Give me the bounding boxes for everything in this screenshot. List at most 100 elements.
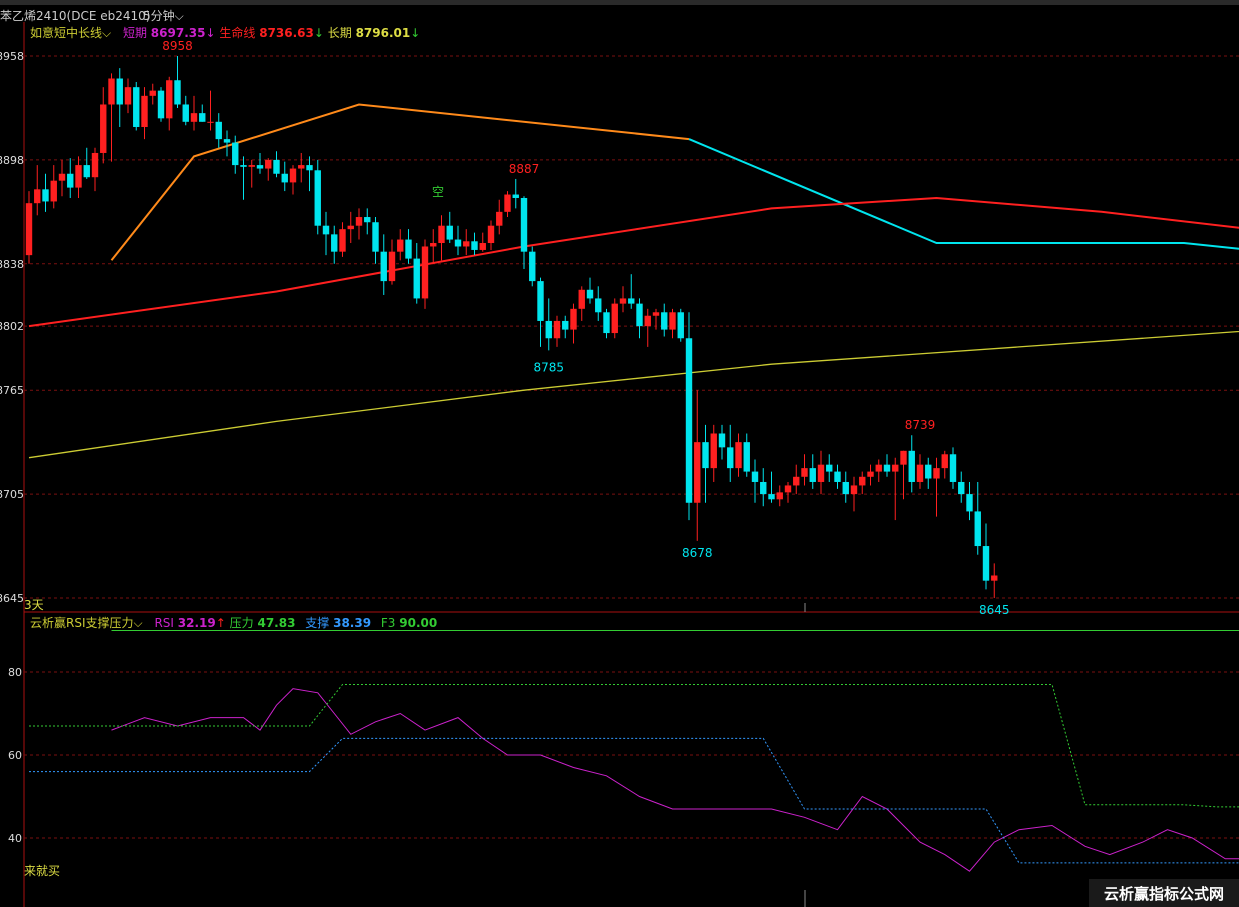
candle-body <box>248 165 255 167</box>
candle-body <box>42 189 49 202</box>
candle-body <box>727 447 734 469</box>
indicator-lines <box>28 103 1239 459</box>
candle-body <box>652 312 660 316</box>
candle-body <box>760 481 767 495</box>
candle-body <box>883 464 891 472</box>
short-signal-label: 空 <box>432 185 445 199</box>
line-life <box>28 196 1239 328</box>
candle-body <box>619 298 627 304</box>
candle-body <box>611 303 618 334</box>
candle-body <box>982 546 990 581</box>
price-label: 8645 <box>979 603 1010 617</box>
candle-body <box>685 338 693 503</box>
candle-body <box>817 464 825 482</box>
candle-body <box>281 173 288 183</box>
candle-body <box>405 239 412 259</box>
candle-body <box>710 433 717 469</box>
candle-body <box>347 225 354 230</box>
candle-body <box>925 464 932 479</box>
rsi-layer <box>29 630 1239 872</box>
candle-body <box>595 298 602 313</box>
candle-body <box>471 241 478 250</box>
candle-body <box>58 173 66 181</box>
candle-body <box>801 468 808 477</box>
candle-body <box>784 485 792 493</box>
candle-body <box>479 243 486 250</box>
candle-body <box>50 180 57 202</box>
candle-body <box>859 476 866 486</box>
candle-body <box>83 165 90 178</box>
candle-body <box>430 243 437 247</box>
candle-body <box>793 476 800 486</box>
price-label: 8739 <box>905 418 936 432</box>
candle-body <box>677 312 684 339</box>
candle-body <box>916 464 924 482</box>
y-tick-label: 8765 <box>0 384 24 397</box>
candle-body <box>941 454 948 469</box>
candle-body <box>34 189 41 204</box>
candlestick-layer[interactable] <box>25 56 998 598</box>
candle-body <box>553 320 561 339</box>
y-tick-label: 8838 <box>0 258 24 271</box>
price-label: 8887 <box>509 162 540 176</box>
candle-body <box>355 217 363 226</box>
candle-body <box>157 90 165 119</box>
candle-body <box>545 320 552 339</box>
candle-body <box>892 464 899 472</box>
candle-body <box>273 159 280 174</box>
candle-body <box>718 433 726 448</box>
candle-body <box>438 225 445 244</box>
candle-body <box>190 113 198 122</box>
days-annotation: 3天 <box>24 598 44 612</box>
candle-body <box>974 511 981 547</box>
buy-annotation: 来就买 <box>24 864 61 878</box>
y-tick-label: 8898 <box>0 154 24 167</box>
candle-body <box>636 303 643 327</box>
candle-body <box>265 159 272 169</box>
y-tick-label: 8645 <box>0 592 24 605</box>
candle-body <box>166 80 173 119</box>
candle-body <box>232 142 239 166</box>
candle-body <box>842 481 849 495</box>
candle-body <box>124 87 132 105</box>
candle-body <box>364 217 371 223</box>
grid-layer: 8958 8898 8838 8802 8765 8705 8645 80 60 40 <box>0 22 1239 907</box>
candle-body <box>75 165 82 188</box>
rsi-line-pressure <box>29 684 1239 808</box>
candle-body <box>628 298 635 304</box>
candle-body <box>809 468 816 482</box>
candle-body <box>529 251 536 282</box>
candle-body <box>735 442 742 469</box>
candle-body <box>133 87 140 127</box>
candle-body <box>834 471 841 482</box>
candle-body <box>933 468 940 479</box>
candle-body <box>694 442 701 503</box>
candle-body <box>149 90 156 96</box>
candle-body <box>826 464 833 472</box>
chart-canvas[interactable]: 8958889888388802876587058645806040 89588… <box>0 0 1239 907</box>
candle-body <box>215 121 222 140</box>
candle-body <box>446 225 453 240</box>
candle-body <box>570 308 577 330</box>
candle-body <box>25 203 33 256</box>
rsi-tick-label: 80 <box>8 666 22 679</box>
candle-body <box>256 165 264 169</box>
candle-body <box>644 315 651 327</box>
y-tick-label: 8705 <box>0 488 24 501</box>
candle-body <box>67 173 74 188</box>
candle-body <box>603 312 610 334</box>
candle-body <box>306 165 313 171</box>
candle-body <box>958 481 965 495</box>
candle-body <box>768 494 775 500</box>
candle-body <box>908 450 915 482</box>
y-tick-label: 8958 <box>0 50 24 63</box>
candle-body <box>174 80 181 105</box>
candle-body <box>289 168 297 183</box>
candle-body <box>182 104 189 122</box>
candle-body <box>413 258 420 299</box>
candle-body <box>661 312 668 330</box>
candle-body <box>339 229 346 252</box>
candle-body <box>388 251 396 282</box>
candle-body <box>520 197 528 252</box>
candle-body <box>537 281 544 321</box>
